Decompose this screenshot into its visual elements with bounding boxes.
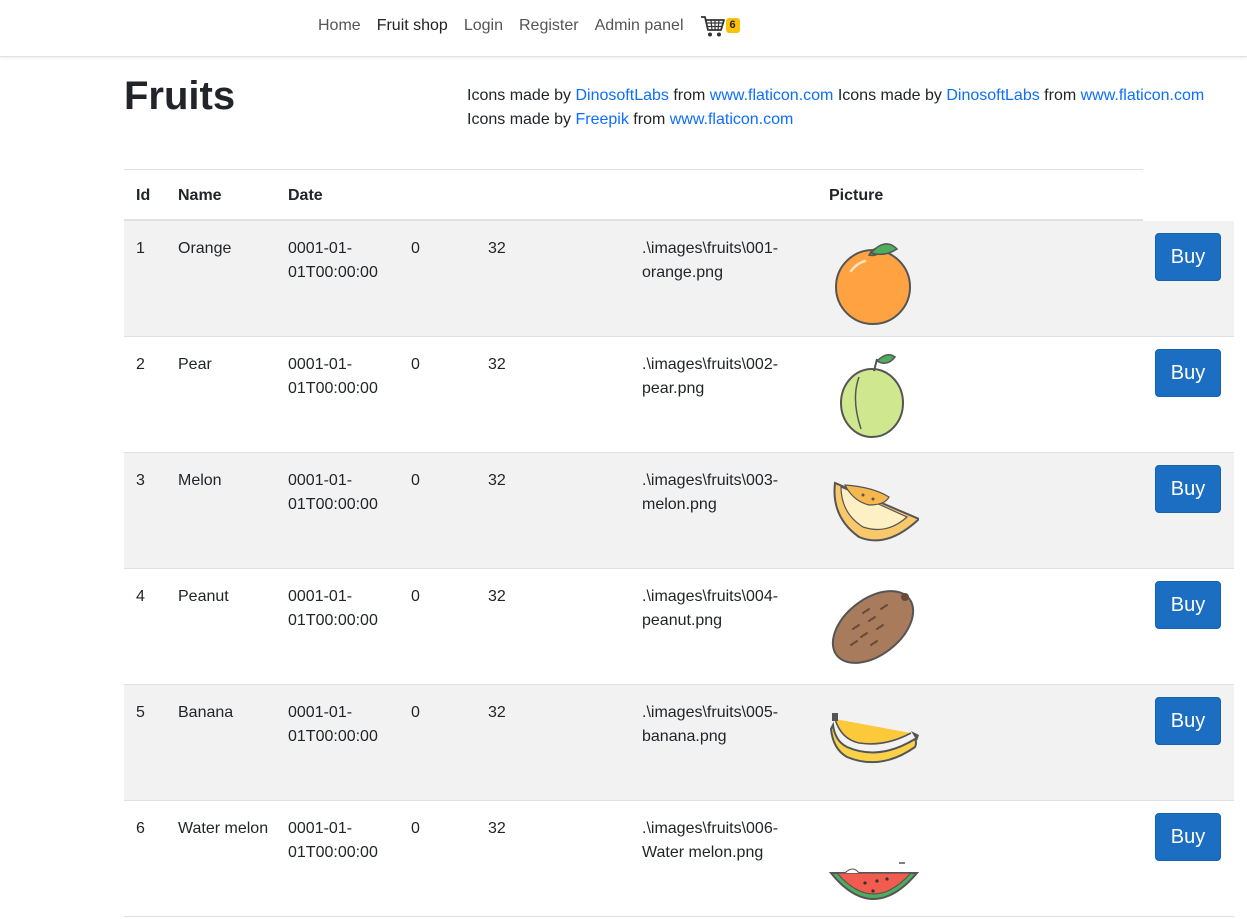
credit-author-link[interactable]: DinosoftLabs — [946, 87, 1039, 104]
cell-date: 0001-01-01T00:00:00 — [288, 356, 378, 397]
watermelon-icon — [829, 862, 919, 900]
table-row: 2 Pear 0001-01-01T00:00:00 0 32 .\images… — [124, 337, 1234, 453]
table-row: 3 Melon 0001-01-01T00:00:00 0 32 .\image… — [124, 453, 1234, 569]
nav-link-register[interactable]: Register — [511, 17, 587, 35]
cell-id: 2 — [136, 356, 145, 373]
header-id: Id — [136, 187, 151, 204]
navbar: Home Fruit shop Login Register Admin pan… — [0, 0, 1247, 57]
cell-zero: 0 — [411, 704, 420, 721]
cell-image-path: .\images\fruits\006-Water melon.png — [642, 820, 779, 861]
orange-icon — [835, 243, 911, 325]
cell-name: Melon — [178, 472, 222, 489]
cell-zero: 0 — [411, 240, 420, 257]
cell-image-path: .\images\fruits\004-peanut.png — [642, 588, 779, 629]
cell-id: 5 — [136, 704, 145, 721]
cell-image-path: .\images\fruits\003-melon.png — [642, 472, 779, 513]
cell-image-path: .\images\fruits\005-banana.png — [642, 704, 779, 745]
cell-id: 1 — [136, 240, 145, 257]
cell-number: 32 — [488, 240, 506, 257]
credit-site-link[interactable]: www.flaticon.com — [670, 111, 794, 128]
credit-author-link[interactable]: DinosoftLabs — [576, 87, 669, 104]
cell-zero: 0 — [411, 356, 420, 373]
nav-link-login[interactable]: Login — [456, 17, 511, 35]
buy-button[interactable]: Buy — [1155, 581, 1221, 629]
cart-icon — [700, 16, 725, 37]
cell-name: Peanut — [178, 588, 229, 605]
pear-icon — [840, 354, 904, 438]
cell-number: 32 — [488, 356, 506, 373]
buy-button[interactable]: Buy — [1155, 697, 1221, 745]
credit-text: Icons made by — [833, 87, 947, 104]
cell-image-path: .\images\fruits\002-pear.png — [642, 356, 779, 397]
nav-link-home[interactable]: Home — [310, 17, 369, 35]
cell-id: 6 — [136, 820, 145, 837]
credit-author-link[interactable]: Freepik — [576, 111, 629, 128]
header-name: Name — [178, 187, 222, 204]
cell-date: 0001-01-01T00:00:00 — [288, 820, 378, 861]
cell-date: 0001-01-01T00:00:00 — [288, 472, 378, 513]
fruits-table: Id Name Date Picture 1 Orange 0001-01-01… — [124, 169, 1234, 917]
melon-icon — [833, 481, 919, 542]
nav-link-admin-panel[interactable]: Admin panel — [587, 17, 692, 35]
buy-button[interactable]: Buy — [1155, 233, 1221, 281]
cell-zero: 0 — [411, 588, 420, 605]
cell-name: Orange — [178, 240, 232, 257]
table-row: 5 Banana 0001-01-01T00:00:00 0 32 .\imag… — [124, 685, 1234, 801]
cell-number: 32 — [488, 588, 506, 605]
buy-button[interactable]: Buy — [1155, 465, 1221, 513]
cell-date: 0001-01-01T00:00:00 — [288, 240, 378, 281]
cell-id: 3 — [136, 472, 145, 489]
table-row: 4 Peanut 0001-01-01T00:00:00 0 32 .\imag… — [124, 569, 1234, 685]
cart-count-badge: 6 — [725, 18, 740, 33]
table-header: Id Name Date Picture — [124, 169, 1143, 221]
table-row: 1 Orange 0001-01-01T00:00:00 0 32 .\imag… — [124, 221, 1234, 337]
buy-button[interactable]: Buy — [1155, 813, 1221, 861]
credit-text: from — [628, 111, 670, 128]
header-picture: Picture — [829, 187, 884, 204]
cell-name: Water melon — [178, 820, 269, 837]
credit-text: Icons made by — [467, 111, 576, 128]
nav-link-fruit-shop[interactable]: Fruit shop — [369, 17, 456, 35]
table-row: 6 Water melon 0001-01-01T00:00:00 0 32 .… — [124, 801, 1234, 917]
buy-button[interactable]: Buy — [1155, 349, 1221, 397]
cell-date: 0001-01-01T00:00:00 — [288, 704, 378, 745]
credit-site-link[interactable]: www.flaticon.com — [710, 87, 834, 104]
credit-text: Icons made by — [467, 87, 576, 104]
cell-zero: 0 — [411, 820, 420, 837]
icon-credits: Icons made by DinosoftLabs from www.flat… — [467, 84, 1227, 132]
banana-icon — [829, 713, 919, 764]
credit-text: from — [668, 87, 710, 104]
peanut-icon — [831, 590, 915, 664]
cell-number: 32 — [488, 472, 506, 489]
credit-site-link[interactable]: www.flaticon.com — [1081, 87, 1205, 104]
cell-name: Pear — [178, 356, 212, 373]
nav-links: Home Fruit shop Login Register Admin pan… — [310, 0, 744, 52]
page-title: Fruits — [124, 74, 236, 118]
cell-image-path: .\images\fruits\001-orange.png — [642, 240, 779, 281]
cell-number: 32 — [488, 820, 506, 837]
credit-text: from — [1039, 87, 1081, 104]
cell-date: 0001-01-01T00:00:00 — [288, 588, 378, 629]
cell-name: Banana — [178, 704, 234, 721]
cell-number: 32 — [488, 704, 506, 721]
cart-button[interactable]: 6 — [700, 12, 744, 40]
cell-zero: 0 — [411, 472, 420, 489]
cell-id: 4 — [136, 588, 145, 605]
header-date: Date — [288, 187, 323, 204]
